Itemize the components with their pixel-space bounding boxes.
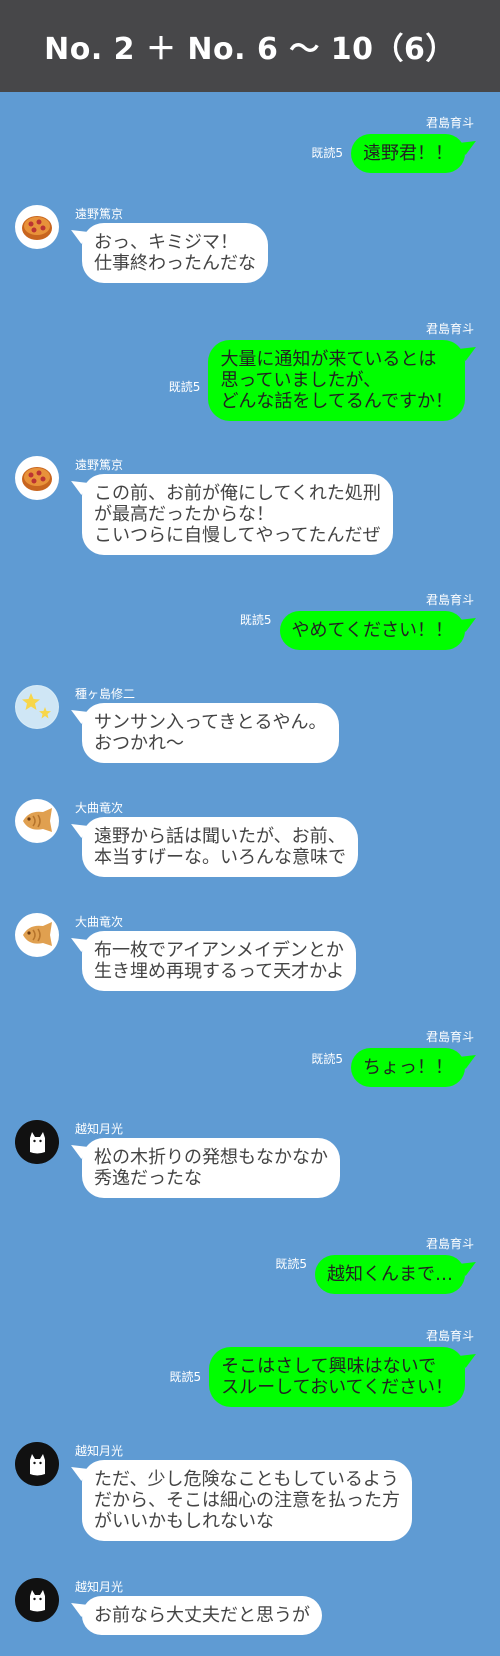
sender-name: 越知月光: [75, 1444, 124, 1458]
avatar[interactable]: [15, 456, 59, 500]
read-receipt: 既読5: [311, 146, 343, 160]
message-bubble[interactable]: ただ、少し危険なこともしているよう だから、そこは細心の注意を払った方 がいいか…: [82, 1460, 412, 1541]
message-bubble[interactable]: ちょっ！！: [351, 1048, 465, 1087]
message-bubble[interactable]: 布一枚でアイアンメイデンとか 生き埋め再現するって天才かよ: [82, 931, 357, 991]
pie-icon: [22, 216, 52, 240]
sender-name: 大曲竜次: [75, 915, 124, 929]
message-bubble[interactable]: やめてください！！: [279, 611, 465, 650]
sender-name: 君島育斗: [425, 1237, 474, 1251]
sender-name: 遠野篤京: [75, 207, 124, 221]
message-bubble[interactable]: サンサン入ってきとるやん。 おつかれ〜: [82, 703, 339, 763]
sender-name: 越知月光: [75, 1122, 124, 1136]
read-receipt: 既読5: [169, 1370, 202, 1384]
avatar[interactable]: [15, 1442, 59, 1486]
sender-name: 君島育斗: [425, 322, 474, 336]
message-list[interactable]: 君島育斗 既読5 遠野君！！ 遠野篤京 おっ、キミジマ！ 仕事終わったんだな 君…: [0, 92, 500, 1656]
avatar[interactable]: [15, 1120, 59, 1164]
star-icon: [16, 686, 58, 728]
taiyaki-icon: [23, 808, 52, 832]
cat-icon: [15, 1120, 59, 1164]
sender-name: 越知月光: [75, 1580, 124, 1594]
message-bubble[interactable]: この前、お前が俺にしてくれた処刑 が最高だったからな！ こいつらに自慢してやって…: [82, 474, 393, 555]
avatar[interactable]: [15, 799, 59, 843]
message-bubble[interactable]: 松の木折りの発想もなかなか 秀逸だったな: [82, 1138, 340, 1198]
message-bubble[interactable]: そこはさして興味はないで スルーしておいてください！: [209, 1347, 465, 1407]
avatar[interactable]: [15, 913, 59, 957]
message-bubble[interactable]: 遠野から話は聞いたが、お前、 本当すげーな。いろんな意味で: [82, 817, 358, 877]
sender-name: 大曲竜次: [75, 801, 124, 815]
avatar[interactable]: [15, 685, 59, 729]
sender-name: 君島育斗: [425, 1329, 474, 1343]
message-bubble[interactable]: 大量に通知が来ているとは 思っていましたが、 どんな話をしてるんですか！: [208, 340, 465, 421]
cat-icon: [15, 1578, 59, 1622]
sender-name: 遠野篤京: [75, 458, 124, 472]
message-bubble[interactable]: 越知くんまで…: [315, 1255, 465, 1294]
sender-name: 君島育斗: [425, 116, 474, 130]
read-receipt: 既読5: [275, 1257, 307, 1271]
cat-icon: [15, 1442, 59, 1486]
read-receipt: 既読5: [239, 613, 272, 627]
avatar[interactable]: [15, 205, 59, 249]
message-bubble[interactable]: 遠野君！！: [351, 134, 465, 173]
pie-icon: [22, 467, 52, 491]
sender-name: 君島育斗: [425, 1030, 474, 1044]
sender-name: 種ヶ島修二: [75, 687, 136, 701]
taiyaki-icon: [23, 922, 52, 946]
chat-title: No. 2 ＋ No. 6 〜 10（6）: [44, 32, 456, 67]
message-bubble[interactable]: おっ、キミジマ！ 仕事終わったんだな: [82, 223, 268, 283]
sender-name: 君島育斗: [425, 593, 474, 607]
avatar[interactable]: [15, 1578, 59, 1622]
read-receipt: 既読5: [168, 380, 201, 394]
message-bubble[interactable]: お前なら大丈夫だと思うが: [82, 1596, 322, 1635]
chat-header: No. 2 ＋ No. 6 〜 10（6）: [0, 0, 500, 92]
read-receipt: 既読5: [311, 1052, 343, 1066]
